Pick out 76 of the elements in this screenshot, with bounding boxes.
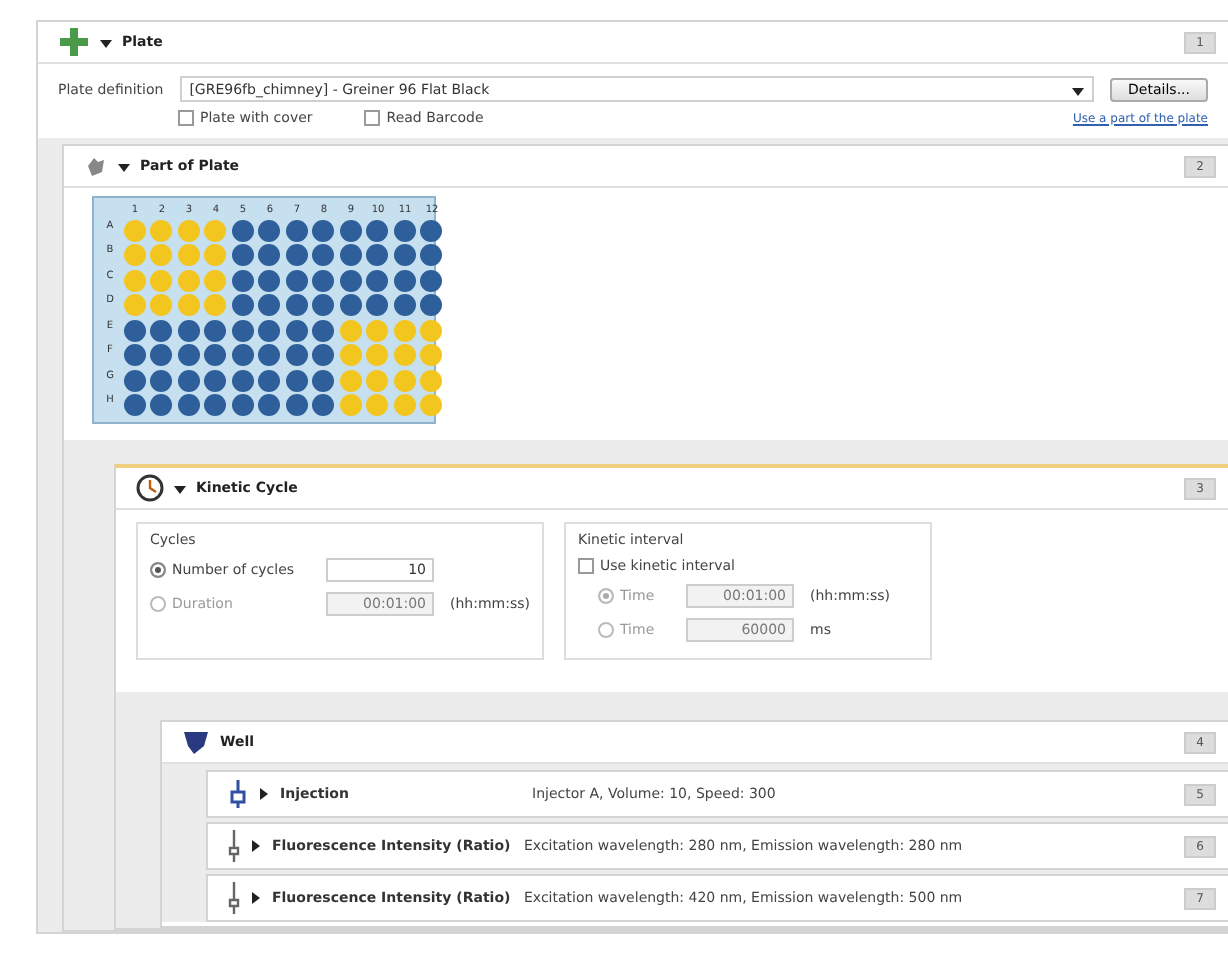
well[interactable] — [258, 394, 280, 416]
well[interactable] — [258, 319, 280, 341]
well[interactable] — [204, 344, 226, 366]
well[interactable] — [231, 394, 253, 416]
well[interactable] — [339, 294, 361, 316]
well[interactable] — [258, 294, 280, 316]
well[interactable] — [231, 244, 253, 266]
well[interactable] — [258, 269, 280, 291]
well[interactable] — [285, 269, 307, 291]
well[interactable] — [285, 394, 307, 416]
probe-icon — [228, 830, 240, 862]
well[interactable] — [177, 344, 199, 366]
well[interactable] — [312, 219, 334, 241]
well[interactable] — [258, 344, 280, 366]
well[interactable] — [312, 344, 334, 366]
well[interactable] — [312, 394, 334, 416]
well[interactable] — [231, 319, 253, 341]
well[interactable] — [150, 344, 172, 366]
well[interactable] — [366, 269, 388, 291]
well[interactable] — [231, 294, 253, 316]
syringe-icon — [228, 780, 248, 808]
well[interactable] — [204, 394, 226, 416]
well[interactable] — [177, 369, 199, 391]
well[interactable] — [123, 319, 145, 341]
well[interactable] — [393, 219, 415, 241]
well[interactable] — [312, 294, 334, 316]
well[interactable] — [393, 294, 415, 316]
well[interactable] — [231, 269, 253, 291]
well[interactable] — [366, 219, 388, 241]
well[interactable] — [285, 294, 307, 316]
well[interactable] — [231, 369, 253, 391]
well[interactable] — [285, 344, 307, 366]
clock-icon — [136, 474, 164, 502]
well[interactable] — [366, 244, 388, 266]
well[interactable] — [258, 369, 280, 391]
well[interactable] — [123, 344, 145, 366]
well[interactable] — [150, 369, 172, 391]
well[interactable] — [285, 244, 307, 266]
expand-icon[interactable] — [252, 892, 260, 904]
well[interactable] — [285, 319, 307, 341]
well[interactable] — [420, 219, 442, 241]
well[interactable] — [258, 219, 280, 241]
well[interactable] — [204, 369, 226, 391]
plus-icon — [58, 26, 90, 58]
well[interactable] — [312, 369, 334, 391]
well[interactable] — [420, 244, 442, 266]
expand-icon[interactable] — [118, 164, 130, 172]
well[interactable] — [177, 394, 199, 416]
well[interactable] — [123, 369, 145, 391]
well[interactable] — [420, 294, 442, 316]
well[interactable] — [177, 319, 199, 341]
well[interactable] — [393, 244, 415, 266]
expand-icon[interactable] — [100, 40, 112, 48]
well[interactable] — [339, 219, 361, 241]
expand-icon[interactable] — [260, 788, 268, 800]
expand-icon[interactable] — [252, 840, 260, 852]
well[interactable] — [150, 319, 172, 341]
well[interactable] — [339, 244, 361, 266]
well[interactable] — [393, 269, 415, 291]
well[interactable] — [285, 369, 307, 391]
well[interactable] — [312, 244, 334, 266]
well[interactable] — [150, 394, 172, 416]
well[interactable] — [285, 219, 307, 241]
well[interactable] — [231, 344, 253, 366]
shield-icon — [182, 728, 210, 756]
well[interactable] — [258, 244, 280, 266]
well[interactable] — [312, 319, 334, 341]
probe-icon — [228, 882, 240, 914]
well[interactable] — [204, 319, 226, 341]
well[interactable] — [366, 294, 388, 316]
expand-icon[interactable] — [174, 486, 186, 494]
well[interactable] — [420, 269, 442, 291]
well[interactable] — [312, 269, 334, 291]
well[interactable] — [123, 394, 145, 416]
well[interactable] — [231, 219, 253, 241]
well[interactable] — [339, 269, 361, 291]
